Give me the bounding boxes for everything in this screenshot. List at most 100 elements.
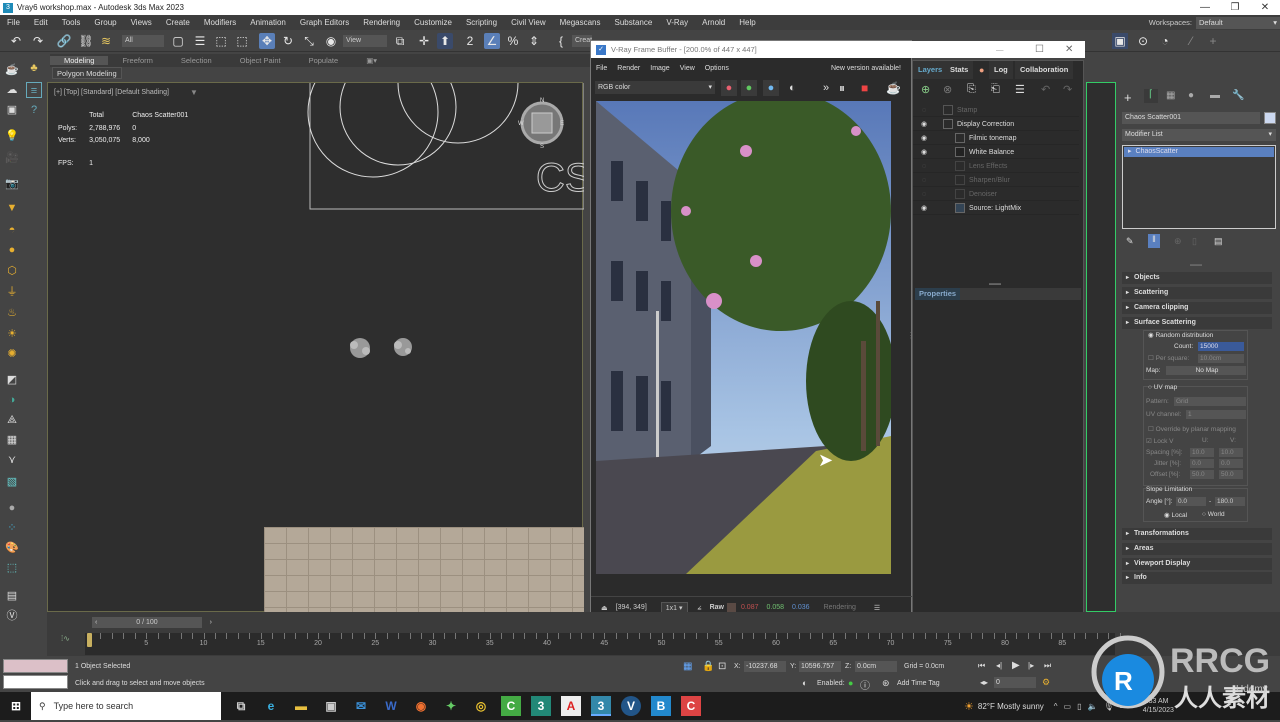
plane-light-icon[interactable]: ▼	[4, 200, 20, 216]
tab-collaboration[interactable]: Collaboration	[1015, 61, 1074, 79]
reference-coordinate-dropdown[interactable]: View	[343, 35, 387, 47]
visibility-off-icon[interactable]: ◌	[919, 188, 929, 201]
spinner-snap-icon[interactable]: ⇕	[526, 33, 542, 49]
panel-splitter-handle[interactable]: ▬▬	[1190, 262, 1202, 268]
microphone-icon[interactable]: 🎙	[1103, 702, 1113, 711]
vantage-link-icon[interactable]: ▤	[4, 588, 20, 604]
eye-icon[interactable]: ◉	[919, 202, 929, 215]
rollout-info[interactable]: Info	[1122, 572, 1272, 584]
channel-dropdown[interactable]: RGB color ▾	[595, 81, 715, 94]
rollout-transformations[interactable]: Transformations	[1122, 528, 1272, 540]
remove-modifier-icon[interactable]: ▯	[1192, 236, 1197, 247]
absolute-mode-icon[interactable]: ⊡	[718, 661, 726, 672]
layer-lens-effects[interactable]: ◌ Lens Effects	[913, 160, 1079, 173]
menu-civil-view[interactable]: Civil View	[504, 18, 553, 27]
menu-views[interactable]: Views	[124, 18, 159, 27]
ambient-light-icon[interactable]: ♨	[4, 305, 20, 321]
spacing-v-spinner[interactable]: 10.0	[1219, 448, 1243, 457]
select-by-name-icon[interactable]: ☰	[192, 33, 208, 49]
uv-channel-spinner[interactable]: 1	[1186, 410, 1246, 419]
plane-icon[interactable]: ⟁	[4, 412, 20, 428]
menu-modifiers[interactable]: Modifiers	[197, 18, 243, 27]
configure-modifier-sets-icon[interactable]: ▤	[1214, 236, 1223, 247]
3dsmax-active-icon[interactable]: 3	[591, 696, 611, 716]
curve-editor-icon[interactable]: ⁞∿	[61, 634, 70, 643]
menu-scripting[interactable]: Scripting	[459, 18, 504, 27]
go-to-start-icon[interactable]: ⏮	[978, 661, 985, 671]
tab-stats[interactable]: Stats	[945, 61, 974, 79]
layer-list-icon[interactable]: ☰	[1015, 83, 1025, 96]
proxy-icon[interactable]: ◩	[4, 372, 20, 388]
help-icon[interactable]: ?	[26, 102, 42, 118]
visibility-off-icon[interactable]: ◌	[919, 160, 929, 173]
file-explorer-icon[interactable]: ▬	[291, 696, 311, 716]
per-square-spinner[interactable]: 10.0cm	[1198, 354, 1244, 363]
alpha-channel-icon[interactable]: ◐	[789, 80, 796, 96]
adaptive-degradation-icon[interactable]: ◐	[802, 678, 807, 688]
add-time-tag-button[interactable]: Add Time Tag	[897, 680, 940, 687]
polygon-modeling-panel[interactable]: Polygon Modeling	[52, 67, 122, 79]
named-selection-dropdown[interactable]: Create Selection Se...	[572, 35, 592, 47]
clock[interactable]: 5:33 AM 4/15/2023	[1143, 697, 1174, 715]
battery-icon[interactable]: ▯	[1077, 702, 1081, 711]
hierarchy-tab-icon[interactable]: ▦	[1166, 90, 1175, 101]
show-hidden-icons[interactable]: ^	[1054, 702, 1058, 711]
rollout-areas[interactable]: Areas	[1122, 543, 1272, 555]
y-coordinate-field[interactable]: 10596.757	[799, 661, 841, 672]
weather-icon[interactable]: ☀	[964, 700, 974, 713]
log-toggle-icon[interactable]: ☰	[874, 604, 880, 612]
tab-layers[interactable]: Layers	[913, 61, 948, 79]
unlink-icon[interactable]: ⛓	[78, 33, 94, 49]
fur-icon[interactable]: ⋎	[4, 452, 20, 468]
save-layers-icon[interactable]: ⎘	[967, 83, 976, 96]
menu-rendering[interactable]: Rendering	[356, 18, 407, 27]
rendered-image[interactable]: ➤	[596, 101, 891, 574]
menu-tools[interactable]: Tools	[55, 18, 88, 27]
menu-megascans[interactable]: Megascans	[553, 18, 608, 27]
track-bar[interactable]: 0510152025303540455055606570758085	[85, 633, 1121, 655]
color-correction-icon[interactable]: ⦤	[698, 604, 702, 612]
create-tab-icon[interactable]: +	[1124, 90, 1132, 105]
angle-min-spinner[interactable]: 0.0	[1176, 497, 1206, 506]
play-icon[interactable]: ▶	[1012, 660, 1020, 671]
convert-materials-icon[interactable]: ⬚	[4, 560, 20, 576]
rectangular-selection-icon[interactable]: ⬚	[213, 33, 229, 49]
tab-log[interactable]: Log	[989, 61, 1013, 79]
angle-max-spinner[interactable]: 180.0	[1215, 497, 1245, 506]
time-slider[interactable]: ‹ 0 / 100 ›	[92, 617, 212, 628]
next-frame-icon[interactable]: ›	[210, 617, 212, 628]
object-color-swatch[interactable]	[1264, 112, 1276, 124]
menu-animation[interactable]: Animation	[243, 18, 293, 27]
layer-sharpen-blur[interactable]: ◌ Sharpen/Blur	[913, 174, 1079, 187]
physical-camera-icon[interactable]: 📷	[4, 176, 20, 192]
rollout-camera-clipping[interactable]: Camera clipping	[1122, 302, 1272, 314]
edit-named-selection-icon[interactable]: {	[553, 33, 569, 49]
tab-freeform[interactable]: Freeform	[108, 56, 166, 65]
select-and-place-icon[interactable]: ◉	[323, 33, 339, 49]
select-and-move-icon[interactable]: ✥	[259, 33, 275, 49]
ies-light-icon[interactable]: ⏚	[4, 284, 20, 300]
windows-start-icon[interactable]: ⊞	[6, 696, 26, 716]
vfb-minimize-button[interactable]: —	[996, 45, 1004, 54]
pivot-center-icon[interactable]: ⧉	[392, 33, 408, 49]
menu-help[interactable]: Help	[732, 18, 762, 27]
camera-icon[interactable]: 🎥	[4, 150, 20, 166]
rollout-surface-scattering[interactable]: Surface Scattering	[1122, 317, 1272, 329]
menu-create[interactable]: Create	[159, 18, 197, 27]
pause-render-icon[interactable]: ⏸	[839, 80, 845, 96]
material-library-icon[interactable]: ⁘	[4, 520, 20, 536]
go-to-end-icon[interactable]: ⏭	[1044, 661, 1051, 671]
sky-icon[interactable]: ✺	[4, 346, 20, 362]
create-layer-icon[interactable]: ⊕	[921, 83, 930, 96]
store-icon[interactable]: ▣	[321, 696, 341, 716]
time-tag-icon[interactable]: ⊛	[882, 678, 890, 689]
viewport-top[interactable]: [+] [Top] [Standard] [Default Shading] ▼…	[47, 82, 584, 613]
modify-tab-icon[interactable]: ⌈	[1144, 89, 1158, 103]
eye-icon[interactable]: ◉	[919, 118, 929, 131]
uv-map-radio[interactable]: ○ UV map	[1148, 384, 1177, 391]
keyboard-shortcut-override-icon[interactable]: ⬆	[437, 33, 453, 49]
network-app-icon[interactable]: ✦	[441, 696, 461, 716]
vray-sphere-icon[interactable]: ◑	[4, 392, 20, 408]
current-frame-marker[interactable]	[87, 633, 92, 647]
visibility-off-icon[interactable]: ◌	[919, 174, 929, 187]
